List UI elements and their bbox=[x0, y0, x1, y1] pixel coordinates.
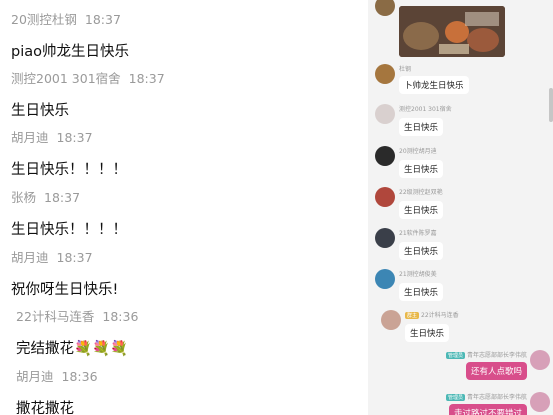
message-bubble[interactable]: 生日快乐 bbox=[399, 242, 444, 260]
message-bubble[interactable]: 生日快乐 bbox=[399, 283, 444, 301]
message-text: 生日快乐！！！！ bbox=[11, 222, 127, 238]
message-time: 18:37 bbox=[128, 71, 165, 86]
chat-message-list[interactable]: 20测控杜钢 18:37 piao帅龙生日快乐 测控2001 301宿舍 18:37… bbox=[0, 0, 368, 415]
message-item[interactable]: 胡月迪 18:36 撒花撒花 bbox=[16, 366, 98, 415]
message-item[interactable]: 20测控杜钢 18:37 piao帅龙生日快乐 bbox=[11, 9, 129, 61]
sender-name: 21测控胡俊美 bbox=[399, 271, 437, 278]
message-item[interactable]: 张杨 18:37 生日快乐！！！！ bbox=[11, 187, 127, 239]
chat-preview-panel: 杜钢 卜帅龙生日快乐 测控2001 301宿舍 生日快乐 20测控胡月迪 生日快… bbox=[368, 0, 553, 415]
sender-name: 胡月迪 bbox=[16, 369, 54, 384]
avatar[interactable] bbox=[375, 146, 395, 166]
sender-name: 张杨 bbox=[11, 190, 37, 205]
admin-badge: 管理员 bbox=[445, 352, 465, 359]
message-time: 18:37 bbox=[56, 250, 93, 265]
avatar[interactable] bbox=[375, 269, 395, 289]
sender-name: 胡月迪 bbox=[11, 130, 49, 145]
avatar[interactable] bbox=[375, 104, 395, 124]
owner-badge: 群主 bbox=[405, 312, 420, 319]
message-bubble[interactable]: 生日快乐 bbox=[399, 160, 444, 178]
avatar[interactable] bbox=[375, 0, 395, 16]
sender-name: 20测控杜钢 bbox=[11, 12, 77, 27]
avatar[interactable] bbox=[530, 392, 550, 412]
message-bubble[interactable]: 生日快乐 bbox=[399, 118, 444, 136]
message-time: 18:37 bbox=[56, 130, 93, 145]
shared-photo-image[interactable] bbox=[399, 6, 505, 57]
message-time: 18:36 bbox=[102, 309, 139, 324]
sender-name: 杜钢 bbox=[399, 66, 412, 73]
message-bubble[interactable]: 生日快乐 bbox=[399, 201, 444, 219]
message-text: 生日快乐 bbox=[11, 103, 69, 119]
message-time: 18:36 bbox=[61, 369, 98, 384]
sender-name: 管理员 青年志愿部部长李伟航 bbox=[445, 352, 527, 359]
food-photo-icon bbox=[399, 6, 505, 57]
message-item[interactable]: 22计科马连香 18:36 完结撒花💐💐💐 bbox=[16, 306, 138, 358]
scrollbar[interactable] bbox=[549, 88, 553, 122]
message-text: 生日快乐！！！！ bbox=[11, 162, 127, 178]
message-item[interactable]: 测控2001 301宿舍 18:37 生日快乐 bbox=[11, 68, 165, 120]
avatar[interactable] bbox=[375, 64, 395, 84]
my-message-bubble[interactable]: 走过路过不要错过 bbox=[448, 404, 527, 415]
sender-name: 群主 22计科马连香 bbox=[405, 312, 459, 319]
sender-name: 测控2001 301宿舍 bbox=[11, 71, 121, 86]
message-text: 完结撒花💐💐💐 bbox=[16, 341, 129, 357]
admin-badge: 管理员 bbox=[445, 394, 465, 401]
message-text: piao帅龙生日快乐 bbox=[11, 44, 129, 60]
sender-name: 22计科马连香 bbox=[16, 309, 95, 324]
message-item[interactable]: 胡月迪 18:37 生日快乐！！！！ bbox=[11, 127, 127, 179]
sender-name: 胡月迪 bbox=[11, 250, 49, 265]
sender-name: 测控2001 301宿舍 bbox=[399, 106, 452, 113]
avatar[interactable] bbox=[381, 310, 401, 330]
message-time: 18:37 bbox=[44, 190, 81, 205]
message-text: 撒花撒花 bbox=[16, 401, 74, 415]
message-text: 祝你呀生日快乐! bbox=[11, 282, 119, 298]
sender-name: 20测控胡月迪 bbox=[399, 148, 437, 155]
message-time: 18:37 bbox=[84, 12, 121, 27]
sender-name: 管理员 青年志愿部部长李伟航 bbox=[445, 394, 527, 401]
avatar[interactable] bbox=[375, 187, 395, 207]
avatar[interactable] bbox=[530, 350, 550, 370]
message-bubble[interactable]: 卜帅龙生日快乐 bbox=[399, 76, 469, 94]
sender-name: 21软件陈罗嘉 bbox=[399, 230, 437, 237]
avatar[interactable] bbox=[375, 228, 395, 248]
message-item[interactable]: 胡月迪 18:37 祝你呀生日快乐! bbox=[11, 247, 118, 299]
my-message-bubble[interactable]: 还有人点歌吗 bbox=[465, 362, 527, 380]
message-bubble[interactable]: 生日快乐 bbox=[405, 324, 450, 342]
sender-name: 22级测控赵双艳 bbox=[399, 189, 443, 196]
